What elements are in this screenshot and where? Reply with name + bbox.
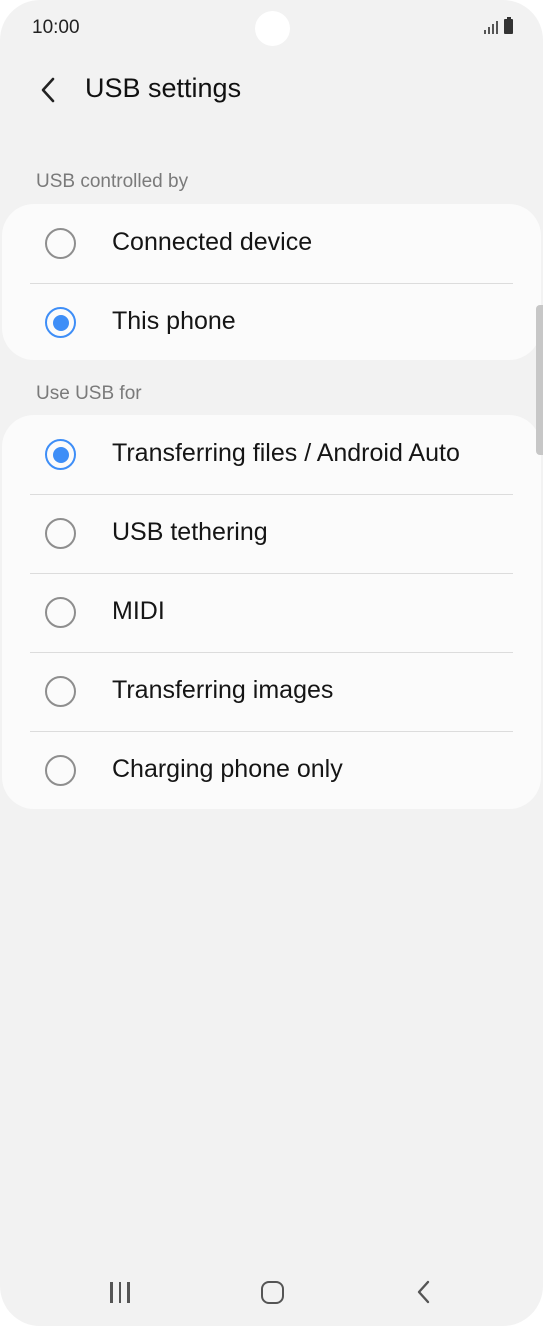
radio-button[interactable] — [45, 228, 76, 259]
status-icons — [484, 17, 513, 34]
option-label: MIDI — [112, 597, 165, 625]
option-connected-device[interactable]: Connected device — [2, 204, 541, 283]
option-this-phone[interactable]: This phone — [2, 283, 541, 362]
option-label: USB tethering — [112, 518, 268, 546]
battery-icon — [504, 17, 513, 34]
phone-screen: 10:00 USB settings USB controlled by Con… — [0, 0, 543, 1326]
home-icon — [260, 1280, 284, 1304]
option-transferring-images[interactable]: Transferring images — [2, 652, 541, 731]
chevron-left-icon — [41, 77, 55, 103]
radio-button[interactable] — [45, 676, 76, 707]
home-button[interactable] — [242, 1274, 302, 1310]
use-usb-for-card: Transferring files / Android Auto USB te… — [2, 415, 541, 809]
radio-button-selected[interactable] — [45, 307, 76, 338]
navigation-bar — [0, 1262, 543, 1322]
page-title: USB settings — [85, 73, 242, 103]
section-label-use-usb-for: Use USB for — [36, 383, 142, 404]
back-button[interactable] — [26, 68, 70, 112]
controlled-by-card: Connected device This phone — [2, 204, 541, 360]
back-icon — [417, 1280, 430, 1304]
status-time: 10:00 — [32, 17, 80, 38]
signal-icon — [484, 20, 498, 34]
option-label: Transferring files / Android Auto — [112, 439, 460, 467]
option-label: Charging phone only — [112, 755, 343, 783]
option-label: Connected device — [112, 228, 313, 256]
option-label: Transferring images — [112, 676, 334, 704]
back-nav-button[interactable] — [394, 1274, 454, 1310]
option-label: This phone — [112, 307, 236, 335]
radio-button[interactable] — [45, 597, 76, 628]
radio-button[interactable] — [45, 755, 76, 786]
option-transferring-files[interactable]: Transferring files / Android Auto — [2, 415, 541, 494]
scrollbar[interactable] — [536, 305, 543, 455]
option-usb-tethering[interactable]: USB tethering — [2, 494, 541, 573]
option-charging-only[interactable]: Charging phone only — [2, 731, 541, 810]
section-label-controlled-by: USB controlled by — [36, 171, 189, 192]
radio-button-selected[interactable] — [45, 439, 76, 470]
status-bar: 10:00 — [0, 0, 543, 56]
camera-cutout — [255, 11, 290, 46]
header: USB settings — [0, 60, 543, 120]
recent-apps-icon — [110, 1281, 130, 1303]
option-midi[interactable]: MIDI — [2, 573, 541, 652]
radio-button[interactable] — [45, 518, 76, 549]
recent-apps-button[interactable] — [90, 1274, 150, 1310]
